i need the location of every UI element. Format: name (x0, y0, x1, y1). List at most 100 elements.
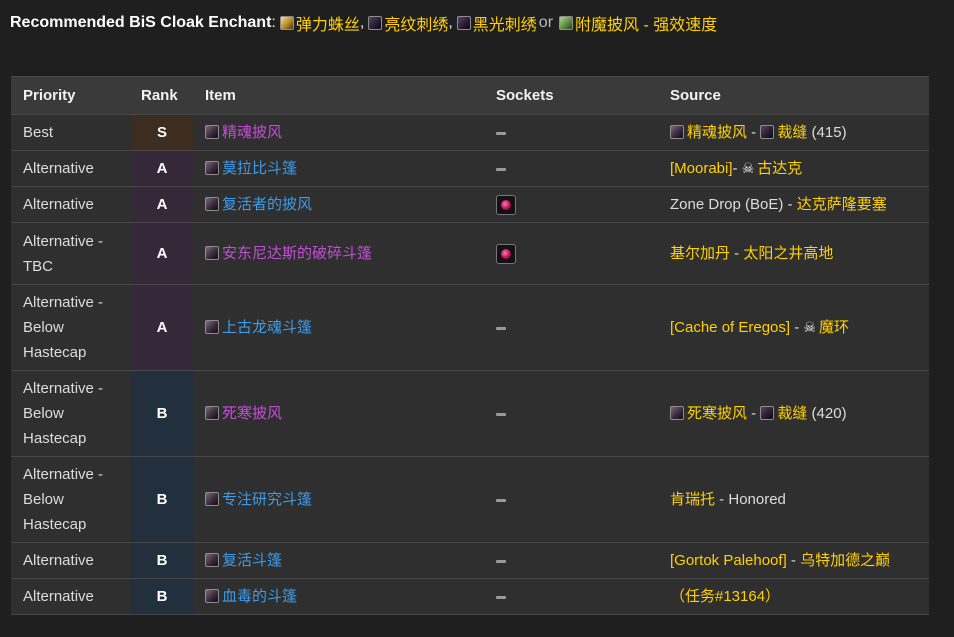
item-cell: 复活斗篷 (193, 542, 484, 579)
source-link[interactable]: 基尔加丹 (670, 245, 730, 262)
source-link[interactable]: 达克萨隆要塞 (797, 196, 887, 213)
priority-cell: Alternative (11, 150, 131, 187)
priority-cell: Alternative - TBC (11, 222, 131, 285)
quest-link[interactable]: （任务#13164） (670, 588, 780, 605)
item-link[interactable]: 复活者的披风 (222, 196, 312, 213)
rank-cell: A (131, 150, 193, 187)
header-priority: Priority (11, 76, 131, 115)
socket-cell (484, 578, 658, 615)
table-row: Alternative B 血毒的斗篷 （任务#13164） (11, 578, 929, 615)
source-text: Zone Drop (BoE) (670, 196, 784, 213)
rank-cell: A (131, 222, 193, 285)
comma-2: , (448, 14, 453, 31)
rank-cell: S (131, 114, 193, 151)
no-socket-dash (496, 595, 506, 599)
socket-cell (484, 370, 658, 457)
source-cell: 精魂披风 - 裁缝 (415) (658, 114, 929, 151)
thread-icon (368, 16, 383, 30)
scroll-icon (279, 16, 294, 30)
enchant-link-4[interactable]: 附魔披风 - 强效速度 (575, 11, 717, 35)
source-cell: Zone Drop (BoE) - 达克萨隆要塞 (658, 186, 929, 223)
item-link[interactable]: 专注研究斗篷 (222, 491, 312, 508)
rank-cell: A (131, 186, 193, 223)
source-cell: [Moorabi]- ☠ 古达克 (658, 150, 929, 187)
source-dash: - (790, 319, 804, 336)
item-link[interactable]: 莫拉比斗篷 (222, 160, 297, 177)
item-cell: 专注研究斗篷 (193, 456, 484, 543)
source-link[interactable]: 肯瑞托 (670, 491, 715, 508)
table-row: Alternative - Below Hastecap A 上古龙魂斗篷 [C… (11, 284, 929, 371)
cloak-icon (205, 553, 219, 567)
socket-cell (484, 150, 658, 187)
header-source: Source (658, 76, 929, 115)
header-sockets: Sockets (484, 76, 658, 115)
header-rank: Rank (131, 76, 193, 115)
source-cell: 基尔加丹 - 太阳之井高地 (658, 222, 929, 285)
source-link[interactable]: 精魂披风 (687, 124, 747, 141)
no-socket-dash (496, 131, 506, 135)
source-link[interactable]: [Gortok Palehoof] (670, 552, 787, 569)
enchant-link-2[interactable]: 亮纹刺绣 (384, 11, 448, 35)
source-dash: - (747, 124, 761, 141)
red-socket-icon (496, 244, 516, 265)
source-cell: [Gortok Palehoof] - 乌特加德之巅 (658, 542, 929, 579)
source-link[interactable]: 太阳之井高地 (743, 245, 833, 262)
recommendation-label: Recommended BiS Cloak Enchant (10, 14, 272, 31)
cloak-icon (205, 197, 219, 211)
source-dash: - (786, 552, 801, 569)
source-dash: - (732, 160, 742, 177)
socket-cell (484, 542, 658, 579)
skill-level: (420) (807, 405, 847, 422)
rank-cell: B (131, 542, 193, 579)
item-link[interactable]: 死寒披风 (222, 405, 282, 422)
cloak-icon (205, 406, 219, 420)
source-link[interactable]: 魔环 (819, 319, 849, 336)
source-link[interactable]: 裁缝 (777, 405, 807, 422)
thread-icon (760, 125, 775, 139)
item-link[interactable]: 复活斗篷 (222, 552, 282, 569)
skill-level: (415) (807, 124, 847, 141)
rank-cell: B (131, 370, 193, 457)
priority-cell: Best (11, 114, 131, 151)
source-cell: （任务#13164） (658, 578, 929, 615)
table-row: Best S 精魂披风 精魂披风 - 裁缝 (415) (11, 114, 929, 151)
cloak-icon (205, 125, 219, 139)
source-link[interactable]: 裁缝 (777, 124, 807, 141)
thread-icon (456, 16, 471, 30)
enchant-link-1[interactable]: 弹力蛛丝 (296, 11, 360, 35)
comma-1: , (359, 14, 365, 31)
socket-cell (484, 456, 658, 543)
source-link[interactable]: 死寒披风 (687, 405, 747, 422)
header-item: Item (193, 76, 484, 115)
source-link[interactable]: [Moorabi] (670, 160, 733, 177)
socket-cell (484, 114, 658, 151)
table-row: Alternative B 复活斗篷 [Gortok Palehoof] - 乌… (11, 542, 929, 579)
item-link[interactable]: 安东尼达斯的破碎斗篷 (222, 245, 372, 262)
cloak-icon (205, 589, 219, 603)
no-socket-dash (496, 559, 506, 563)
source-link[interactable]: [Cache of Eregos] (670, 319, 790, 336)
source-dash: - (730, 245, 744, 262)
rank-cell: B (131, 456, 193, 543)
source-link[interactable]: 乌特加德之巅 (800, 552, 890, 569)
skull-icon: ☠ (803, 319, 816, 335)
no-socket-dash (496, 498, 506, 502)
rank-cell: B (131, 578, 193, 615)
table-header-row: Priority Rank Item Sockets Source (11, 76, 929, 115)
source-dash: - (747, 405, 761, 422)
enchant-link-3[interactable]: 黑光刺绣 (473, 11, 537, 35)
enchant-icon (559, 16, 574, 30)
table-row: Alternative - Below Hastecap B 死寒披风 死寒披风… (11, 370, 929, 457)
reputation-level: Honored (728, 491, 786, 508)
item-link[interactable]: 血毒的斗篷 (222, 588, 297, 605)
bis-cloak-page: Recommended BiS Cloak Enchant: 弹力蛛丝, 亮纹刺… (0, 0, 954, 637)
item-link[interactable]: 精魂披风 (222, 124, 282, 141)
item-link[interactable]: 上古龙魂斗篷 (222, 319, 312, 336)
source-link[interactable]: 古达克 (757, 160, 802, 177)
no-socket-dash (496, 167, 506, 171)
priority-cell: Alternative (11, 186, 131, 223)
source-dash: - (783, 196, 797, 213)
priority-cell: Alternative - Below Hastecap (11, 284, 131, 371)
table-row: Alternative A 复活者的披风 Zone Drop (BoE) - 达… (11, 186, 929, 223)
cloak-icon (670, 406, 684, 420)
